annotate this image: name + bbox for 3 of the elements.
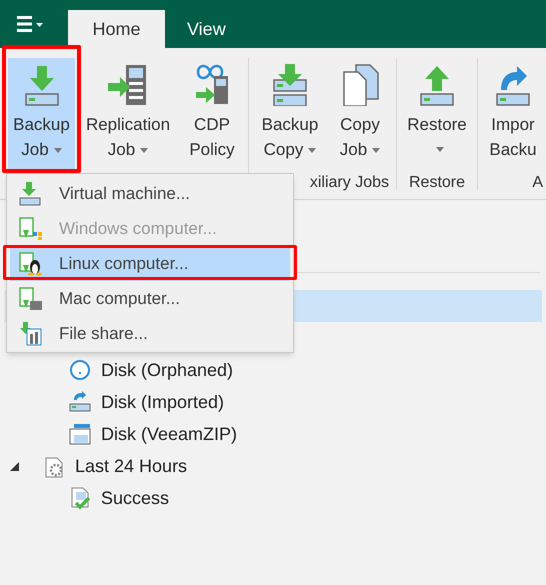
group-label: A [532, 173, 543, 193]
group-label: Restore [408, 173, 466, 193]
group-label: xiliary Jobs [310, 173, 389, 193]
